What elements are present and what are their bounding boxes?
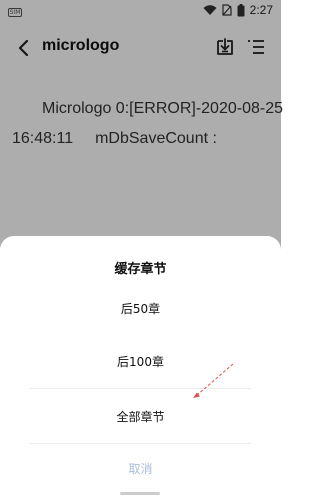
cancel-button[interactable]: 取消 — [0, 460, 281, 477]
option-last-50[interactable]: 后50章 — [30, 281, 251, 335]
reader-screen: SIM 2:27 micrologo Micrologo 0:[ERROR]-2… — [0, 0, 283, 499]
cache-chapters-sheet: 缓存章节 后50章 后100章 全部章节 取消 — [0, 236, 281, 499]
sheet-title: 缓存章节 — [114, 262, 167, 277]
annotation-arrow-icon — [193, 363, 234, 398]
home-indicator — [120, 492, 160, 495]
